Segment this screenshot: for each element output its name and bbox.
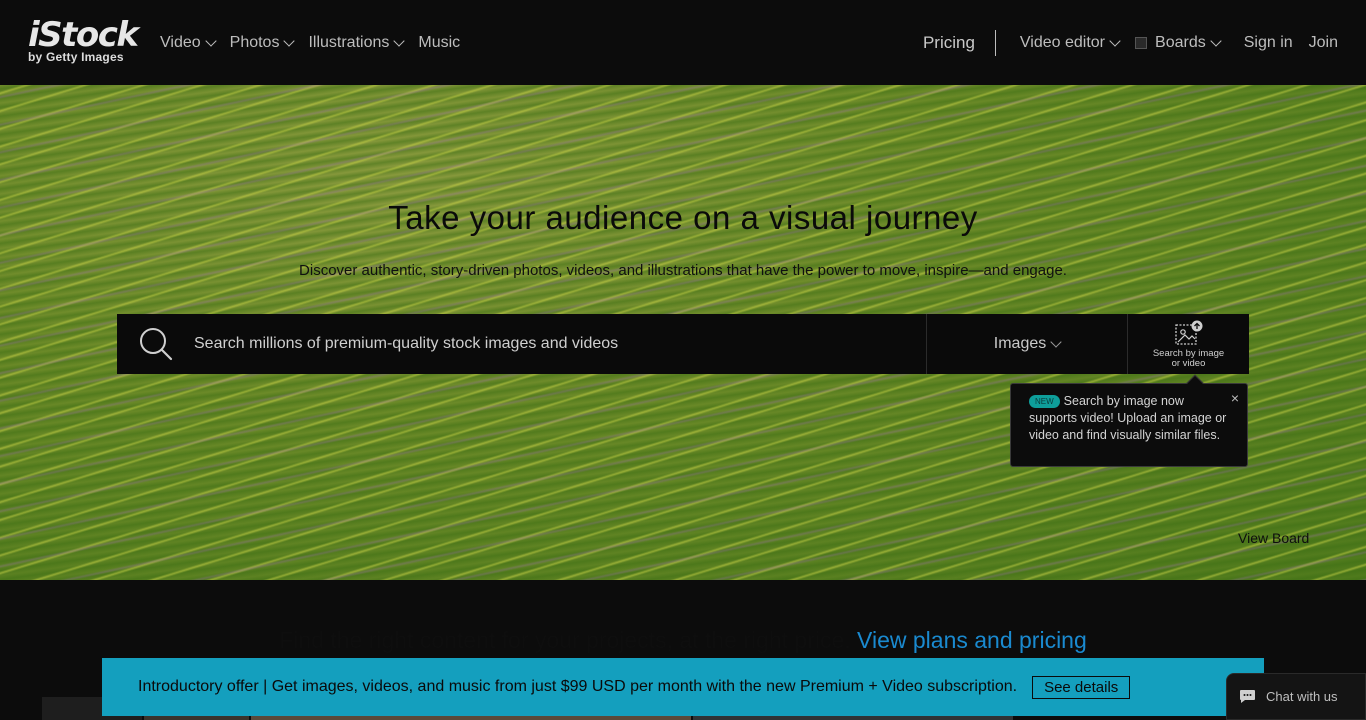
chevron-down-icon — [1210, 34, 1222, 47]
image-upload-icon — [1174, 320, 1202, 345]
hero-banner: Take your audience on a visual journey D… — [0, 85, 1366, 580]
chevron-down-icon — [1050, 336, 1062, 348]
join-link[interactable]: Join — [1309, 34, 1338, 52]
offer-text: Introductory offer | Get images, videos,… — [138, 678, 1018, 695]
hero-title: Take your audience on a visual journey — [388, 199, 978, 236]
chat-label: Chat with us — [1266, 689, 1338, 704]
boards-label: Boards — [1155, 33, 1206, 51]
search-input[interactable] — [194, 314, 914, 374]
search-by-image-label-line1: Search by image — [1152, 347, 1225, 359]
chevron-down-icon — [204, 34, 217, 47]
nav-divider — [994, 29, 996, 56]
boards-menu[interactable]: Boards — [1135, 33, 1222, 52]
account-nav: Pricing Video editor Boards Sign in Join — [923, 0, 1338, 85]
logo-subtitle: by Getty Images — [28, 50, 124, 64]
search-bar: Images Search by image or video — [117, 314, 1249, 374]
search-by-image-label: Search by image or video — [1152, 347, 1225, 369]
logo-wordmark: iStock — [28, 15, 139, 55]
video-editor-menu[interactable]: Video editor — [1019, 33, 1121, 52]
search-field-wrapper — [117, 314, 927, 374]
nav-video-label: Video — [160, 33, 201, 51]
view-plans-link[interactable]: View plans and pricing — [857, 627, 1087, 653]
top-header: iStock by Getty Images Video Photos Illu… — [0, 0, 1366, 85]
nav-illustrations[interactable]: Illustrations — [308, 33, 406, 52]
nav-music-label: Music — [418, 33, 461, 51]
hero-subtitle: Discover authentic, story-driven photos,… — [299, 262, 1067, 279]
pricing-link[interactable]: Pricing — [923, 33, 975, 53]
new-badge: NEW — [1029, 395, 1060, 409]
chevron-down-icon — [393, 34, 406, 47]
nav-music[interactable]: Music — [418, 34, 460, 52]
tooltip-caret — [1186, 374, 1204, 392]
media-type-select[interactable]: Images — [927, 314, 1128, 374]
search-icon[interactable] — [139, 327, 173, 361]
main-nav: Video Photos Illustrations Music — [160, 0, 475, 85]
view-board-link[interactable]: View Board — [1238, 530, 1309, 546]
plans-text: Find the right content for your projects… — [279, 627, 851, 653]
video-editor-label: Video editor — [1019, 33, 1106, 51]
nav-photos-label: Photos — [229, 33, 280, 51]
istock-logo[interactable]: iStock by Getty Images — [28, 15, 139, 67]
search-by-image-tooltip: × NEW Search by image now supports video!… — [1010, 374, 1248, 467]
introductory-offer-banner: Introductory offer | Get images, videos,… — [102, 658, 1264, 716]
media-type-label: Images — [993, 335, 1047, 352]
chevron-down-icon — [1109, 34, 1121, 47]
plans-heading: Find the right content for your projects… — [0, 627, 1366, 654]
board-icon — [1135, 36, 1148, 49]
see-details-button[interactable]: See details — [1032, 675, 1131, 699]
page: iStock by Getty Images Video Photos Illu… — [0, 0, 1366, 720]
search-by-image-label-line2: or video — [1171, 357, 1206, 369]
nav-video[interactable]: Video — [160, 33, 217, 52]
search-by-image-button[interactable]: Search by image or video — [1128, 314, 1249, 374]
nav-photos[interactable]: Photos — [229, 33, 296, 52]
chevron-down-icon — [283, 34, 296, 47]
nav-illustrations-label: Illustrations — [308, 33, 390, 51]
sign-in-link[interactable]: Sign in — [1244, 34, 1293, 52]
chat-bubble-icon — [1240, 690, 1255, 703]
close-icon[interactable]: × — [1231, 390, 1239, 407]
chat-widget[interactable]: Chat with us — [1226, 673, 1366, 720]
